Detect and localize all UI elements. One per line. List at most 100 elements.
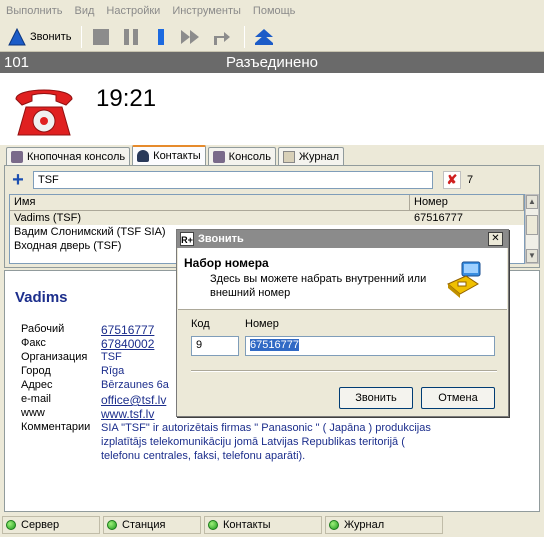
menu-view[interactable]: Вид	[74, 5, 94, 17]
table-scrollbar[interactable]: ▲ ▼	[525, 194, 539, 264]
code-value: 9	[196, 339, 203, 351]
stop-button[interactable]	[88, 25, 114, 49]
field-comments: Комментарии	[21, 421, 101, 433]
field-value: Rīga	[101, 365, 125, 377]
table-header: Имя Номер	[10, 195, 524, 211]
stop-icon	[93, 28, 110, 45]
tab-strip: Кнопочная консоль Контакты Консоль Журна…	[0, 145, 544, 165]
close-icon: ✕	[491, 233, 500, 244]
menu-settings[interactable]: Настройки	[106, 5, 160, 17]
comment-text: SIA "TSF" ir autorizētais firmas " Panas…	[101, 422, 431, 462]
contact-name: Vadims	[15, 289, 68, 306]
status-label: Журнал	[344, 519, 385, 531]
field-value: Bērzaunes 6a	[101, 379, 169, 391]
add-contact-button[interactable]: +	[9, 169, 27, 191]
tab-label: Кнопочная консоль	[27, 150, 126, 163]
table-row[interactable]: Vadims (TSF) 67516777	[10, 211, 524, 225]
field-label: Адрес	[21, 379, 53, 391]
tab-label: Журнал	[298, 150, 340, 163]
clear-search-button[interactable]: ✘	[443, 171, 461, 189]
status-contacts: Контакты	[204, 516, 322, 534]
clear-x-icon: ✘	[446, 172, 458, 187]
status-green-dot-icon	[208, 520, 218, 530]
status-station: Станция	[103, 516, 201, 534]
status-server: Сервер	[2, 516, 100, 534]
code-label: Код	[191, 318, 210, 330]
extension-number: 101	[4, 54, 30, 71]
status-bar: Сервер Станция Контакты Журнал	[0, 513, 544, 537]
call-panel: 19:21	[0, 73, 544, 145]
console-phone-icon	[212, 150, 225, 163]
toolbar-separator	[81, 25, 83, 48]
field-email: e-mail office@tsf.lv	[21, 393, 166, 407]
menu-run[interactable]: Выполнить	[6, 5, 62, 17]
call-button[interactable]: Звонить	[4, 25, 75, 49]
call-button-label: Звонить	[30, 30, 72, 43]
person-icon	[137, 150, 150, 162]
field-label: Факс	[21, 337, 46, 349]
tab-contacts[interactable]: Контакты	[132, 145, 206, 165]
scroll-thumb[interactable]	[526, 215, 538, 235]
scroll-up-arrow-icon[interactable]: ▲	[526, 195, 538, 209]
number-input[interactable]: 67516777	[245, 336, 495, 356]
field-city: Город Rīga	[21, 365, 124, 377]
line-state: Разъединено	[226, 54, 318, 71]
dialog-title: Звонить	[198, 233, 244, 245]
column-header-name[interactable]: Имя	[10, 195, 410, 210]
status-label: Сервер	[21, 519, 60, 531]
dialog-close-button[interactable]: ✕	[488, 232, 503, 246]
app-logo-icon: R+	[180, 232, 194, 246]
cell-name: Vadims (TSF)	[14, 212, 82, 224]
menu-tools[interactable]: Инструменты	[172, 5, 241, 17]
field-label: Город	[21, 365, 51, 377]
telephone-icon	[15, 89, 73, 136]
field-organization: Организация TSF	[21, 351, 122, 363]
menu-help[interactable]: Помощь	[253, 5, 296, 17]
tab-console[interactable]: Консоль	[207, 147, 276, 165]
toolbar: Звонить	[0, 22, 544, 52]
tab-journal[interactable]: Журнал	[277, 147, 345, 165]
plus-icon: +	[12, 169, 24, 191]
menu-bar: Выполнить Вид Настройки Инструменты Помо…	[0, 0, 544, 22]
field-fax: Факс 67840002	[21, 337, 154, 351]
pause-button[interactable]	[118, 25, 144, 49]
tab-label: Контакты	[153, 150, 201, 162]
search-input[interactable]	[33, 171, 433, 189]
dial-dialog: R+ Звонить ✕ Набор номера Здесь вы может…	[176, 229, 509, 417]
tab-label: Консоль	[228, 150, 271, 163]
result-count: 7	[467, 174, 474, 186]
call-timer: 19:21	[96, 85, 157, 112]
pause-icon	[124, 28, 139, 45]
transfer-button[interactable]	[208, 25, 234, 49]
hold-button[interactable]	[148, 25, 174, 49]
toolbar-separator	[244, 25, 246, 48]
phone-dial-icon	[447, 261, 481, 298]
dial-ok-button[interactable]: Звонить	[339, 387, 413, 409]
console-phone-icon	[11, 150, 23, 163]
dialog-heading: Набор номера	[184, 256, 269, 270]
status-label: Станция	[122, 519, 166, 531]
dialog-titlebar[interactable]: R+ Звонить	[177, 230, 508, 248]
tab-button-console[interactable]: Кнопочная консоль	[6, 147, 131, 165]
status-green-dot-icon	[107, 520, 117, 530]
expand-up-button[interactable]	[251, 25, 277, 49]
field-label: Рабочий	[21, 323, 65, 335]
work-phone-link[interactable]: 67516777	[101, 323, 154, 337]
scroll-down-arrow-icon[interactable]: ▼	[526, 249, 538, 263]
cell-number: 67516777	[414, 212, 463, 224]
forward-button[interactable]	[178, 25, 204, 49]
search-row: + ✘ 7	[9, 170, 535, 190]
fax-link[interactable]: 67840002	[101, 337, 154, 351]
website-link[interactable]: www.tsf.lv	[101, 407, 154, 421]
journal-icon	[282, 150, 295, 163]
field-label: e-mail	[21, 393, 51, 405]
status-green-dot-icon	[6, 520, 16, 530]
email-link[interactable]: office@tsf.lv	[101, 393, 166, 407]
status-journal: Журнал	[325, 516, 443, 534]
dial-cancel-button[interactable]: Отмена	[421, 387, 495, 409]
field-value: TSF	[101, 351, 122, 363]
column-header-number[interactable]: Номер	[410, 195, 524, 210]
code-input[interactable]: 9	[191, 336, 239, 356]
dialog-header: Набор номера Здесь вы можете набрать вну…	[178, 248, 507, 310]
field-address: Адрес Bērzaunes 6a	[21, 379, 169, 391]
